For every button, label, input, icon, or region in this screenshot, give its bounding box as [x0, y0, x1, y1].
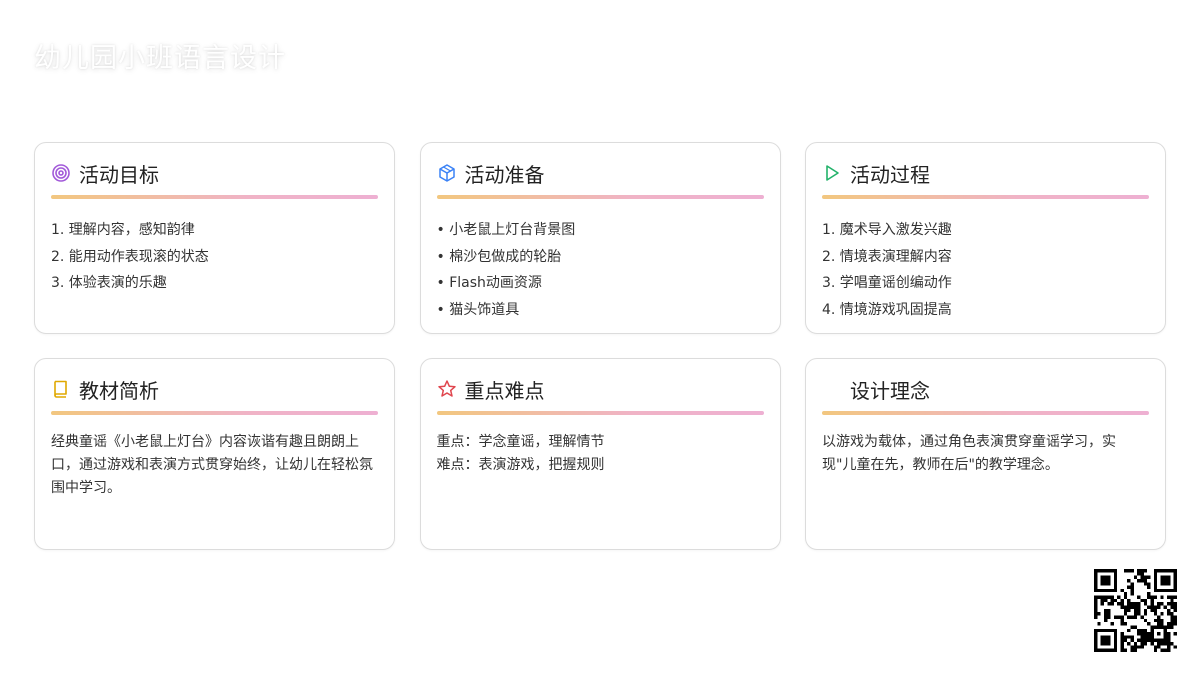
paragraph-line: 现"儿童在先，教师在后"的教学理念。	[822, 457, 1059, 473]
paragraph-line: 口，通过游戏和表演方式贯穿始终，让幼儿在轻松氛	[51, 457, 373, 473]
page: 幼儿园小班语言设计 活动目标 1. 理解内容，感知韵律 2. 能用动作表现滚的状…	[0, 0, 1200, 675]
card-body: 1. 魔术导入激发兴趣 2. 情境表演理解内容 3. 学唱童谣创编动作 4. 情…	[822, 217, 1149, 324]
play-icon	[822, 163, 842, 183]
divider	[822, 195, 1149, 199]
list-item: 1. 理解内容，感知韵律	[51, 222, 195, 238]
card-header: 设计理念	[822, 375, 1149, 403]
list-item: 1. 魔术导入激发兴趣	[822, 222, 952, 238]
card-key-difficulties: 重点难点 重点：学念童谣，理解情节 难点：表演游戏，把握规则	[419, 358, 781, 550]
box-icon	[437, 163, 457, 183]
card-header: 活动过程	[822, 159, 1149, 187]
card-activity-preparation: 活动准备 • 小老鼠上灯台背景图 • 棉沙包做成的轮胎 • Flash动画资源 …	[419, 142, 781, 334]
paragraph-line: 以游戏为载体，通过角色表演贯穿童谣学习，实	[822, 434, 1116, 450]
page-title: 幼儿园小班语言设计	[34, 43, 286, 74]
card-header: 教材简析	[51, 375, 378, 403]
paragraph-line: 围中学习。	[51, 480, 121, 496]
card-header: 重点难点	[437, 375, 764, 403]
card-title: 重点难点	[464, 378, 545, 403]
list-item: 2. 能用动作表现滚的状态	[51, 248, 209, 265]
list-item: • 小老鼠上灯台背景图	[436, 222, 576, 238]
divider	[51, 195, 378, 199]
card-title: 设计理念	[850, 378, 930, 403]
card-title: 教材简析	[79, 378, 159, 403]
card-activity-process: 活动过程 1. 魔术导入激发兴趣 2. 情境表演理解内容 3. 学唱童谣创编动作…	[805, 142, 1166, 334]
card-body: 1. 理解内容，感知韵律 2. 能用动作表现滚的状态 3. 体验表演的乐趣	[51, 217, 378, 297]
card-body: • 小老鼠上灯台背景图 • 棉沙包做成的轮胎 • Flash动画资源 • 猫头饰…	[437, 217, 764, 324]
divider	[436, 411, 764, 415]
card-material-analysis: 教材简析 经典童谣《小老鼠上灯台》内容诙谐有趣且朗朗上 口，通过游戏和表演方式贯…	[34, 358, 395, 550]
divider	[822, 411, 1149, 415]
card-body: 以游戏为载体，通过角色表演贯穿童谣学习，实 现"儿童在先，教师在后"的教学理念。	[822, 431, 1149, 477]
blank-icon	[822, 379, 842, 399]
card-activity-goals: 活动目标 1. 理解内容，感知韵律 2. 能用动作表现滚的状态 3. 体验表演的…	[34, 142, 395, 334]
list-item: 2. 情境表演理解内容	[822, 248, 952, 265]
list-item: • Flash动画资源	[436, 275, 542, 292]
card-body: 重点：学念童谣，理解情节 难点：表演游戏，把握规则	[437, 431, 764, 477]
qr-code-icon	[1094, 569, 1177, 652]
card-body: 经典童谣《小老鼠上灯台》内容诙谐有趣且朗朗上 口，通过游戏和表演方式贯穿始终，让…	[51, 431, 378, 500]
list-item: 3. 学唱童谣创编动作	[822, 275, 952, 292]
paragraph-line: 重点：学念童谣，理解情节	[436, 434, 605, 450]
card-title: 活动准备	[464, 162, 545, 187]
list-item: • 猫头饰道具	[436, 302, 520, 319]
target-icon	[51, 163, 71, 183]
card-title: 活动目标	[79, 162, 159, 187]
divider	[436, 195, 764, 199]
list-item: 3. 体验表演的乐趣	[51, 275, 167, 292]
paragraph-line: 经典童谣《小老鼠上灯台》内容诙谐有趣且朗朗上	[51, 434, 359, 450]
list-item: 4. 情境游戏巩固提高	[822, 302, 952, 319]
book-icon	[51, 379, 71, 399]
card-title: 活动过程	[850, 162, 930, 187]
card-grid: 活动目标 1. 理解内容，感知韵律 2. 能用动作表现滚的状态 3. 体验表演的…	[34, 142, 1166, 550]
card-design-philosophy: 设计理念 以游戏为载体，通过角色表演贯穿童谣学习，实 现"儿童在先，教师在后"的…	[805, 358, 1166, 550]
card-header: 活动准备	[437, 159, 764, 187]
divider	[51, 411, 378, 415]
list-item: • 棉沙包做成的轮胎	[436, 248, 562, 265]
card-header: 活动目标	[51, 159, 378, 187]
paragraph-line: 难点：表演游戏，把握规则	[436, 457, 605, 473]
star-icon	[437, 379, 457, 399]
